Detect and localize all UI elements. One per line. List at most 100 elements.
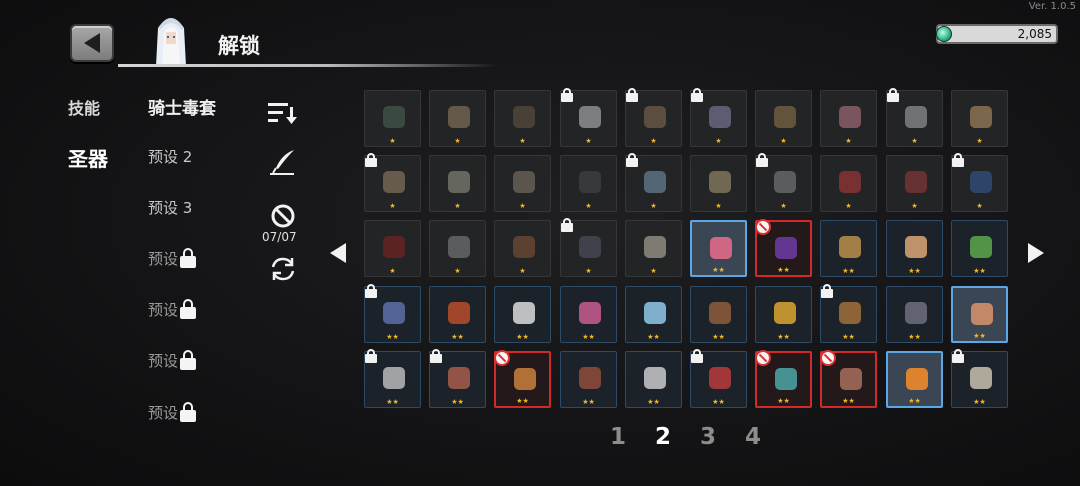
relic-item-icon [644, 302, 666, 324]
page-2[interactable]: 2 [655, 424, 700, 450]
preset-5[interactable]: 预设 [148, 298, 197, 320]
relic-slot[interactable]: ★★ [755, 350, 812, 408]
relic-slot[interactable]: ★★ [625, 351, 682, 408]
relic-slot[interactable]: ★ [494, 220, 551, 277]
rarity-stars: ★ [389, 202, 396, 210]
page-right-arrow-icon[interactable] [1028, 243, 1044, 263]
relic-slot[interactable]: ★★ [886, 286, 943, 343]
relic-slot[interactable]: ★ [951, 90, 1008, 147]
relic-slot[interactable]: ★★ [886, 220, 943, 277]
relic-item-icon [513, 106, 535, 128]
relic-slot[interactable]: ★★ [364, 284, 421, 343]
relic-item-icon [514, 368, 536, 390]
relic-slot[interactable]: ★★ [951, 349, 1008, 408]
relic-slot[interactable]: ★ [625, 153, 682, 212]
sort-icon[interactable] [268, 101, 298, 125]
relic-slot[interactable]: ★★ [560, 351, 617, 408]
relic-slot[interactable]: ★★ [560, 286, 617, 343]
relic-slot[interactable]: ★ [560, 218, 617, 277]
refresh-icon[interactable] [268, 255, 298, 283]
banned-icon [755, 350, 771, 366]
relic-slot[interactable]: ★ [494, 90, 551, 147]
preset-2[interactable]: 预设 2 [148, 146, 192, 167]
page-4[interactable]: 4 [745, 424, 790, 450]
title-underline [118, 64, 498, 67]
relic-slot[interactable]: ★ [560, 155, 617, 212]
relic-slot[interactable]: ★★ [886, 351, 943, 408]
currency-amount: 2,085 [1017, 27, 1052, 41]
version-label: Ver. 1.0.5 [1028, 1, 1076, 12]
category-skills[interactable]: 技能 [68, 95, 100, 119]
rarity-stars: ★ [454, 137, 461, 145]
relic-slot[interactable]: ★★ [364, 349, 421, 408]
relic-slot[interactable]: ★ [429, 155, 486, 212]
relic-slot[interactable]: ★★ [951, 286, 1008, 343]
relic-item-icon [383, 236, 405, 258]
relic-slot[interactable]: ★ [429, 90, 486, 147]
relic-slot[interactable]: ★★ [755, 219, 812, 277]
relic-slot[interactable]: ★ [429, 220, 486, 277]
preset-3[interactable]: 预设 3 [148, 197, 192, 218]
relic-slot[interactable]: ★ [951, 153, 1008, 212]
relic-slot[interactable]: ★ [755, 90, 812, 147]
relic-slot[interactable]: ★ [690, 88, 747, 147]
relic-item-icon [905, 171, 927, 193]
preset-label: 预设 [148, 404, 179, 422]
rarity-stars: ★ [650, 267, 657, 275]
relic-slot[interactable]: ★★ [690, 220, 747, 277]
relic-slot[interactable]: ★ [625, 88, 682, 147]
rarity-stars: ★★ [777, 333, 790, 341]
relic-slot[interactable]: ★ [820, 155, 877, 212]
relic-slot[interactable]: ★ [886, 88, 943, 147]
preset-label: 预设 [148, 301, 179, 319]
ban-icon[interactable] [270, 203, 296, 229]
relic-slot[interactable]: ★★ [494, 286, 551, 343]
lock-icon [951, 153, 965, 167]
relic-slot[interactable]: ★ [755, 153, 812, 212]
relic-slot[interactable]: ★ [364, 90, 421, 147]
relic-slot[interactable]: ★ [560, 88, 617, 147]
relic-slot[interactable]: ★★ [690, 286, 747, 343]
relic-slot[interactable]: ★★ [625, 286, 682, 343]
character-portrait-icon [156, 18, 186, 66]
relic-slot[interactable]: ★★ [755, 286, 812, 343]
relic-slot[interactable]: ★ [364, 220, 421, 277]
quill-icon[interactable] [268, 148, 298, 176]
page-3[interactable]: 3 [700, 424, 745, 450]
preset-6[interactable]: 预设 [148, 349, 197, 371]
relic-item-icon [383, 302, 405, 324]
relic-slot[interactable]: ★★ [429, 286, 486, 343]
relic-item-icon [644, 367, 666, 389]
category-relics[interactable]: 圣器 [68, 143, 108, 172]
preset-label: 预设 [148, 250, 179, 268]
preset-7[interactable]: 预设 [148, 401, 197, 423]
relic-slot[interactable]: ★★ [820, 220, 877, 277]
relic-slot[interactable]: ★ [886, 155, 943, 212]
relic-item-icon [579, 302, 601, 324]
rarity-stars: ★★ [516, 333, 529, 341]
relic-slot[interactable]: ★ [625, 220, 682, 277]
rarity-stars: ★ [845, 202, 852, 210]
lock-icon [560, 218, 574, 232]
relic-slot[interactable]: ★★ [820, 350, 877, 408]
page-1[interactable]: 1 [610, 424, 655, 450]
relic-slot[interactable]: ★ [494, 155, 551, 212]
rarity-stars: ★★ [842, 333, 855, 341]
rarity-stars: ★★ [582, 398, 595, 406]
lock-icon [364, 284, 378, 298]
preset-1[interactable]: 骑士毒套 [148, 94, 216, 119]
relic-slot[interactable]: ★★ [820, 284, 877, 343]
page-left-arrow-icon[interactable] [330, 243, 346, 263]
preset-4[interactable]: 预设 [148, 247, 197, 269]
relic-slot[interactable]: ★ [690, 155, 747, 212]
rarity-stars: ★ [389, 267, 396, 275]
relic-slot[interactable]: ★★ [429, 349, 486, 408]
relic-slot[interactable]: ★ [820, 90, 877, 147]
relic-slot[interactable]: ★ [364, 153, 421, 212]
rarity-stars: ★★ [451, 398, 464, 406]
relic-slot[interactable]: ★★ [494, 350, 551, 408]
relic-slot[interactable]: ★★ [690, 349, 747, 408]
relic-slot[interactable]: ★★ [951, 220, 1008, 277]
relic-item-icon [774, 171, 796, 193]
back-button[interactable] [70, 24, 114, 62]
